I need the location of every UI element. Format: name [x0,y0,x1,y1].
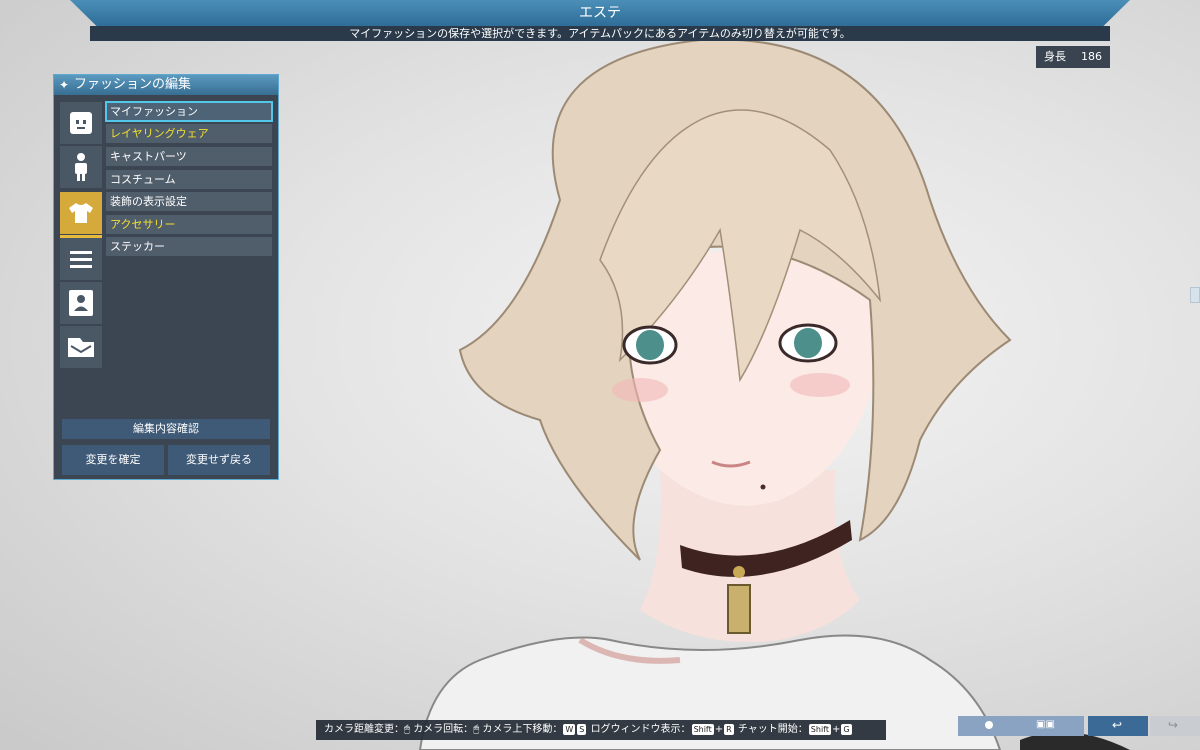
menu-layering-wear[interactable]: レイヤリングウェア [106,124,272,143]
key-s: S [577,723,587,735]
height-readout: 身長 186 [1036,46,1110,68]
menu-sticker[interactable]: ステッカー [106,237,272,256]
menu-accessory[interactable]: アクセサリー [106,215,272,234]
page-subtitle: マイファッションの保存や選択ができます。アイテムパックにあるアイテムのみ切り替え… [90,26,1110,41]
key-shift-2: Shift [808,723,831,735]
hint-camera-vertical: カメラ上下移動： [482,724,563,735]
outfit-icon: ▣▣ [1036,719,1055,730]
key-w: W [563,723,576,735]
apply-changes-button[interactable]: 変更を確定 [62,445,164,475]
menu-decoration-display[interactable]: 装飾の表示設定 [106,192,272,211]
outfit-toggle-button[interactable]: ▣▣ [1008,716,1084,736]
control-hints: カメラ距離変更：🖱 カメラ回転：🖱 カメラ上下移動： W S ログウィンドウ表示： S… [316,720,886,740]
menu-costume[interactable]: コスチューム [106,170,272,189]
hint-log-window: ログウィンドウ表示： [590,724,691,735]
side-tab-handle[interactable] [1190,287,1200,303]
folder-icon[interactable] [60,326,102,368]
confirm-edit-button[interactable]: 編集内容確認 [62,419,270,439]
redo-icon: ↪ [1168,718,1179,732]
shirt-icon[interactable] [60,192,102,238]
panel-header: ✦ ファッションの編集 [54,75,278,95]
discard-changes-button[interactable]: 変更せず戻る [168,445,270,475]
hint-camera-distance: カメラ距離変更： [324,724,404,735]
key-r: R [724,723,734,735]
key-g: G [841,723,852,735]
portrait-icon[interactable] [60,282,102,324]
mouse-wheel-icon: 🖱 [404,724,410,735]
page-title: エステ [579,5,621,21]
height-label: 身長 [1044,50,1066,63]
plus-sign: + [714,724,724,735]
mouse-icon: 🖱 [473,724,480,735]
menu-cast-parts[interactable]: キャストパーツ [106,147,272,166]
hint-camera-rotate: カメラ回転： [413,724,474,735]
hint-chat-start: チャット開始： [737,724,808,735]
fashion-edit-panel: ✦ ファッションの編集 マイファッション レイヤリングウェア キャストパーツ コ… [53,74,279,480]
list-icon[interactable] [60,238,102,280]
menu-my-fashion[interactable]: マイファッション [105,101,273,122]
undo-icon: ↩ [1112,718,1123,732]
undo-button[interactable]: ↩ [1088,716,1148,736]
circle-icon [985,721,993,729]
height-value: 186 [1081,50,1102,63]
redo-button[interactable]: ↪ [1150,716,1200,736]
face-icon[interactable] [60,102,102,144]
sparkle-icon: ✦ [59,78,70,92]
plus-sign-2: + [831,724,841,735]
body-icon[interactable] [60,146,102,188]
panel-title: ファッションの編集 [74,77,192,92]
key-shift: Shift [691,723,714,735]
